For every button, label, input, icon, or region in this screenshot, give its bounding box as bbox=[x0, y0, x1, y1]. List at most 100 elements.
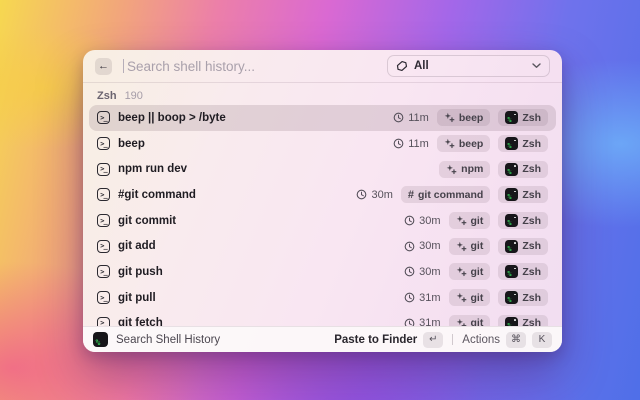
tag-badge: git bbox=[449, 263, 491, 280]
zsh-icon bbox=[505, 317, 518, 326]
k-key-badge: K bbox=[532, 332, 552, 348]
zsh-icon bbox=[505, 111, 518, 124]
tag-label: git bbox=[471, 266, 484, 278]
sparkles-icon bbox=[456, 292, 467, 303]
shell-badge: Zsh bbox=[498, 263, 548, 280]
chevron-down-icon bbox=[532, 63, 541, 69]
search-input[interactable]: Search shell history... bbox=[127, 59, 387, 74]
shell-label: Zsh bbox=[522, 138, 541, 150]
command-text: git add bbox=[118, 240, 156, 252]
history-row[interactable]: >_ git add 30m git Zsh bbox=[89, 233, 556, 259]
tag-badge: git bbox=[449, 315, 491, 326]
sparkles-icon bbox=[446, 164, 457, 175]
shell-badge: Zsh bbox=[498, 109, 548, 126]
time-ago: 31m bbox=[404, 292, 440, 304]
tag-badge: beep bbox=[437, 109, 491, 126]
filter-selected-value: All bbox=[414, 60, 526, 72]
command-text: git pull bbox=[118, 292, 156, 304]
history-row[interactable]: >_ #git command 30m # git command Zsh bbox=[89, 182, 556, 208]
terminal-prompt-icon: >_ bbox=[97, 188, 110, 201]
history-row[interactable]: >_ git push 30m git Zsh bbox=[89, 259, 556, 285]
history-row[interactable]: >_ git commit 30m git Zsh bbox=[89, 208, 556, 234]
time-label: 11m bbox=[408, 138, 429, 150]
time-label: 30m bbox=[419, 266, 440, 278]
sparkles-icon bbox=[456, 318, 467, 326]
tag-label: git command bbox=[418, 189, 483, 201]
time-label: 31m bbox=[419, 317, 440, 326]
history-row[interactable]: >_ npm run dev npm Zsh bbox=[89, 156, 556, 182]
extension-name: Search Shell History bbox=[116, 334, 220, 346]
sparkles-icon bbox=[456, 266, 467, 277]
zsh-icon bbox=[505, 265, 518, 278]
time-label: 31m bbox=[419, 292, 440, 304]
sparkles-icon bbox=[456, 241, 467, 252]
history-row[interactable]: >_ git fetch 31m git Zsh bbox=[89, 311, 556, 327]
time-label: 30m bbox=[419, 215, 440, 227]
shell-badge: Zsh bbox=[498, 135, 548, 152]
section-header: Zsh 190 bbox=[97, 90, 143, 102]
terminal-prompt-icon: >_ bbox=[97, 291, 110, 304]
clock-icon bbox=[404, 266, 415, 277]
shell-label: Zsh bbox=[522, 292, 541, 304]
tag-label: git bbox=[471, 215, 484, 227]
footer-divider bbox=[452, 334, 453, 345]
shell-label: Zsh bbox=[522, 163, 541, 175]
clock-icon bbox=[404, 215, 415, 226]
shell-badge: Zsh bbox=[498, 186, 548, 203]
terminal-prompt-icon: >_ bbox=[97, 137, 110, 150]
time-ago: 11m bbox=[393, 112, 429, 124]
footer-bar: Search Shell History Paste to Finder ↵ A… bbox=[83, 326, 562, 352]
history-row[interactable]: >_ beep 11m beep Zsh bbox=[89, 131, 556, 157]
clock-icon bbox=[393, 112, 404, 123]
clock-icon bbox=[404, 292, 415, 303]
tag-badge: git bbox=[449, 212, 491, 229]
shell-label: Zsh bbox=[522, 215, 541, 227]
filter-dropdown[interactable]: All bbox=[387, 55, 550, 77]
tag-icon bbox=[396, 60, 408, 72]
tag-badge: git bbox=[449, 238, 491, 255]
shell-label: Zsh bbox=[522, 317, 541, 326]
section-title: Zsh bbox=[97, 90, 117, 102]
shell-badge: Zsh bbox=[498, 212, 548, 229]
tag-badge: beep bbox=[437, 135, 491, 152]
tag-badge: git bbox=[449, 289, 491, 306]
back-button[interactable]: ← bbox=[95, 58, 112, 75]
command-text: npm run dev bbox=[118, 163, 187, 175]
sparkles-icon bbox=[444, 112, 455, 123]
tag-label: npm bbox=[461, 163, 483, 175]
command-text: git fetch bbox=[118, 317, 163, 326]
actions-button[interactable]: Actions bbox=[462, 334, 500, 346]
search-header: ← Search shell history... All bbox=[83, 50, 562, 83]
clock-icon bbox=[356, 189, 367, 200]
command-text: git commit bbox=[118, 215, 176, 227]
clock-icon bbox=[404, 318, 415, 326]
command-text: #git command bbox=[118, 189, 196, 201]
terminal-prompt-icon: >_ bbox=[97, 240, 110, 253]
clock-icon bbox=[404, 241, 415, 252]
terminal-prompt-icon: >_ bbox=[97, 317, 110, 326]
time-ago: 30m bbox=[404, 215, 440, 227]
tag-label: git bbox=[471, 292, 484, 304]
tag-label: beep bbox=[459, 138, 484, 150]
history-row[interactable]: >_ beep || boop > /byte 11m beep Zsh bbox=[89, 105, 556, 131]
shell-badge: Zsh bbox=[498, 315, 548, 326]
shell-label: Zsh bbox=[522, 189, 541, 201]
shell-label: Zsh bbox=[522, 266, 541, 278]
shell-label: Zsh bbox=[522, 112, 541, 124]
command-text: beep || boop > /byte bbox=[118, 112, 226, 124]
time-ago: 31m bbox=[404, 317, 440, 326]
sparkles-icon bbox=[456, 215, 467, 226]
terminal-prompt-icon: >_ bbox=[97, 111, 110, 124]
hash-icon: # bbox=[408, 189, 414, 201]
history-row[interactable]: >_ git pull 31m git Zsh bbox=[89, 285, 556, 311]
terminal-prompt-icon: >_ bbox=[97, 214, 110, 227]
primary-action-label[interactable]: Paste to Finder bbox=[334, 334, 417, 346]
time-label: 30m bbox=[419, 240, 440, 252]
shell-badge: Zsh bbox=[498, 238, 548, 255]
section-count: 190 bbox=[125, 90, 143, 102]
terminal-prompt-icon: >_ bbox=[97, 265, 110, 278]
zsh-icon bbox=[505, 163, 518, 176]
enter-key-badge: ↵ bbox=[423, 332, 443, 348]
tag-badge: npm bbox=[439, 161, 490, 178]
time-label: 11m bbox=[408, 112, 429, 124]
